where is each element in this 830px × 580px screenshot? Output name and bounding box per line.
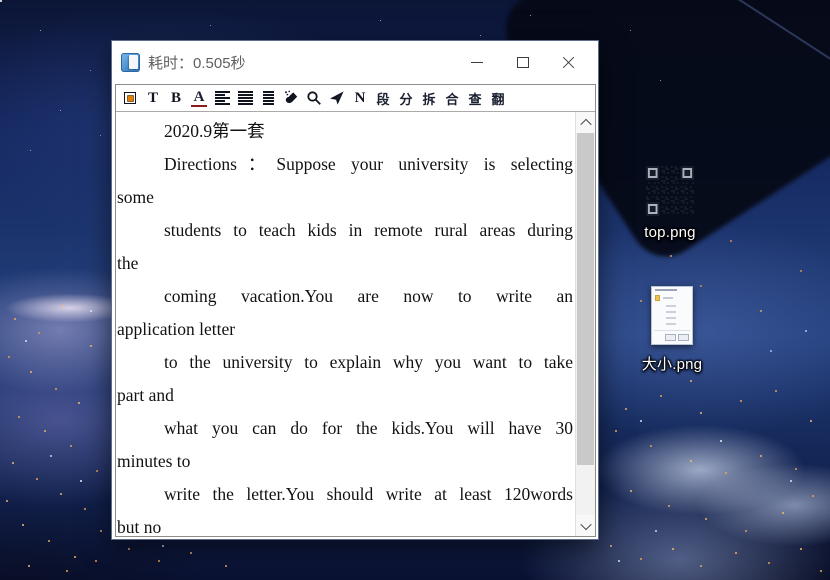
window-title: 耗时：0.505秒 bbox=[148, 55, 246, 72]
desktop-icon-label: top.png bbox=[644, 224, 696, 241]
scroll-up-button[interactable] bbox=[576, 112, 595, 133]
doc-line: 2020.9第一套 bbox=[164, 121, 265, 141]
textarea-wrap: 2020.9第一套 Directions：Suppose your univers… bbox=[116, 112, 595, 536]
split-tool[interactable]: 分 bbox=[398, 89, 414, 107]
align-center-shape bbox=[262, 91, 274, 105]
minimize-icon bbox=[470, 62, 483, 63]
align-left-shape bbox=[214, 91, 230, 105]
qr-code-thumbnail bbox=[646, 166, 694, 216]
thumb-button bbox=[678, 334, 689, 341]
send-icon[interactable] bbox=[329, 89, 345, 107]
desktop-icon-top-png[interactable]: top.png bbox=[628, 166, 712, 241]
paragraph-tool[interactable]: 段 bbox=[375, 89, 391, 107]
thumb-button bbox=[665, 334, 676, 341]
app-window: 耗时：0.505秒 TBA N段分拆合查翻 2020.9第一套 Directions… bbox=[111, 40, 599, 540]
app-icon bbox=[121, 53, 140, 72]
doc-line: coming vacation.You are now to write an bbox=[164, 286, 573, 306]
window-titlebar[interactable]: 耗时：0.505秒 bbox=[112, 41, 598, 84]
chevron-up-icon bbox=[579, 118, 592, 130]
doc-line: the bbox=[117, 253, 139, 273]
window-controls bbox=[469, 55, 598, 70]
bold-icon[interactable]: B bbox=[168, 89, 184, 107]
align-justify-shape bbox=[237, 91, 253, 105]
desktop-icon-label: 大小.png bbox=[641, 356, 703, 373]
desktop-icon-daxiao-png[interactable]: 大小.png bbox=[630, 286, 714, 374]
translate-tool[interactable]: 翻 bbox=[490, 89, 506, 107]
search-icon[interactable] bbox=[306, 89, 322, 107]
doc-line: write the letter.You should write at lea… bbox=[164, 484, 573, 504]
wallpaper-white-lights bbox=[0, 0, 2, 2]
doc-line: some bbox=[117, 187, 154, 207]
wallpaper: top.png 大小.png 耗时：0.505秒 TBA N段分 拆 合 查 翻 … bbox=[0, 0, 830, 580]
thumb-buttons bbox=[665, 334, 689, 341]
lookup-tool[interactable]: 查 bbox=[467, 89, 483, 107]
doc-line: Directions：Suppose your university is se… bbox=[164, 154, 573, 174]
thumb-titlebar bbox=[655, 289, 677, 291]
spray-icon[interactable] bbox=[283, 89, 299, 107]
align-center-icon[interactable] bbox=[260, 89, 276, 107]
doc-line: to the university to explain why you wan… bbox=[164, 352, 573, 372]
doc-line: what you can do for the kids.You will ha… bbox=[164, 418, 573, 438]
scrollbar[interactable] bbox=[575, 112, 595, 536]
chevron-down-icon bbox=[579, 518, 592, 530]
document-text-area[interactable]: 2020.9第一套 Directions：Suppose your univers… bbox=[116, 112, 575, 536]
dialog-screenshot-thumbnail bbox=[651, 286, 693, 345]
close-button[interactable] bbox=[561, 55, 576, 70]
editor-panel: TBA N段分拆合查翻 2020.9第一套 Directions：Suppose y… bbox=[115, 84, 596, 537]
minimize-button[interactable] bbox=[469, 55, 484, 70]
border-frame-icon[interactable] bbox=[122, 89, 138, 107]
toolbar: TBA N段分拆合查翻 bbox=[116, 85, 595, 112]
thumb-separator bbox=[654, 330, 690, 331]
split-apart-tool[interactable]: 拆 bbox=[421, 89, 437, 107]
maximize-button[interactable] bbox=[515, 55, 530, 70]
doc-line: but no bbox=[117, 517, 162, 536]
maximize-icon bbox=[516, 57, 529, 68]
scrollbar-thumb[interactable] bbox=[577, 133, 594, 465]
doc-line: minutes to bbox=[117, 451, 191, 471]
doc-line: students to teach kids in remote rural a… bbox=[164, 220, 573, 240]
scroll-down-button[interactable] bbox=[576, 515, 595, 536]
merge-tool[interactable]: 合 bbox=[444, 89, 460, 107]
n-tool-icon[interactable]: N bbox=[352, 89, 368, 107]
thumb-folder-icon bbox=[655, 295, 660, 301]
doc-line: part and bbox=[117, 385, 174, 405]
frame-shape bbox=[124, 92, 136, 104]
text-tool-icon[interactable]: T bbox=[145, 89, 161, 107]
doc-line: application letter bbox=[117, 319, 236, 339]
align-left-icon[interactable] bbox=[214, 89, 230, 107]
font-color-icon[interactable]: A bbox=[191, 89, 207, 107]
align-justify-icon[interactable] bbox=[237, 89, 253, 107]
thumb-text-lines bbox=[652, 287, 662, 289]
